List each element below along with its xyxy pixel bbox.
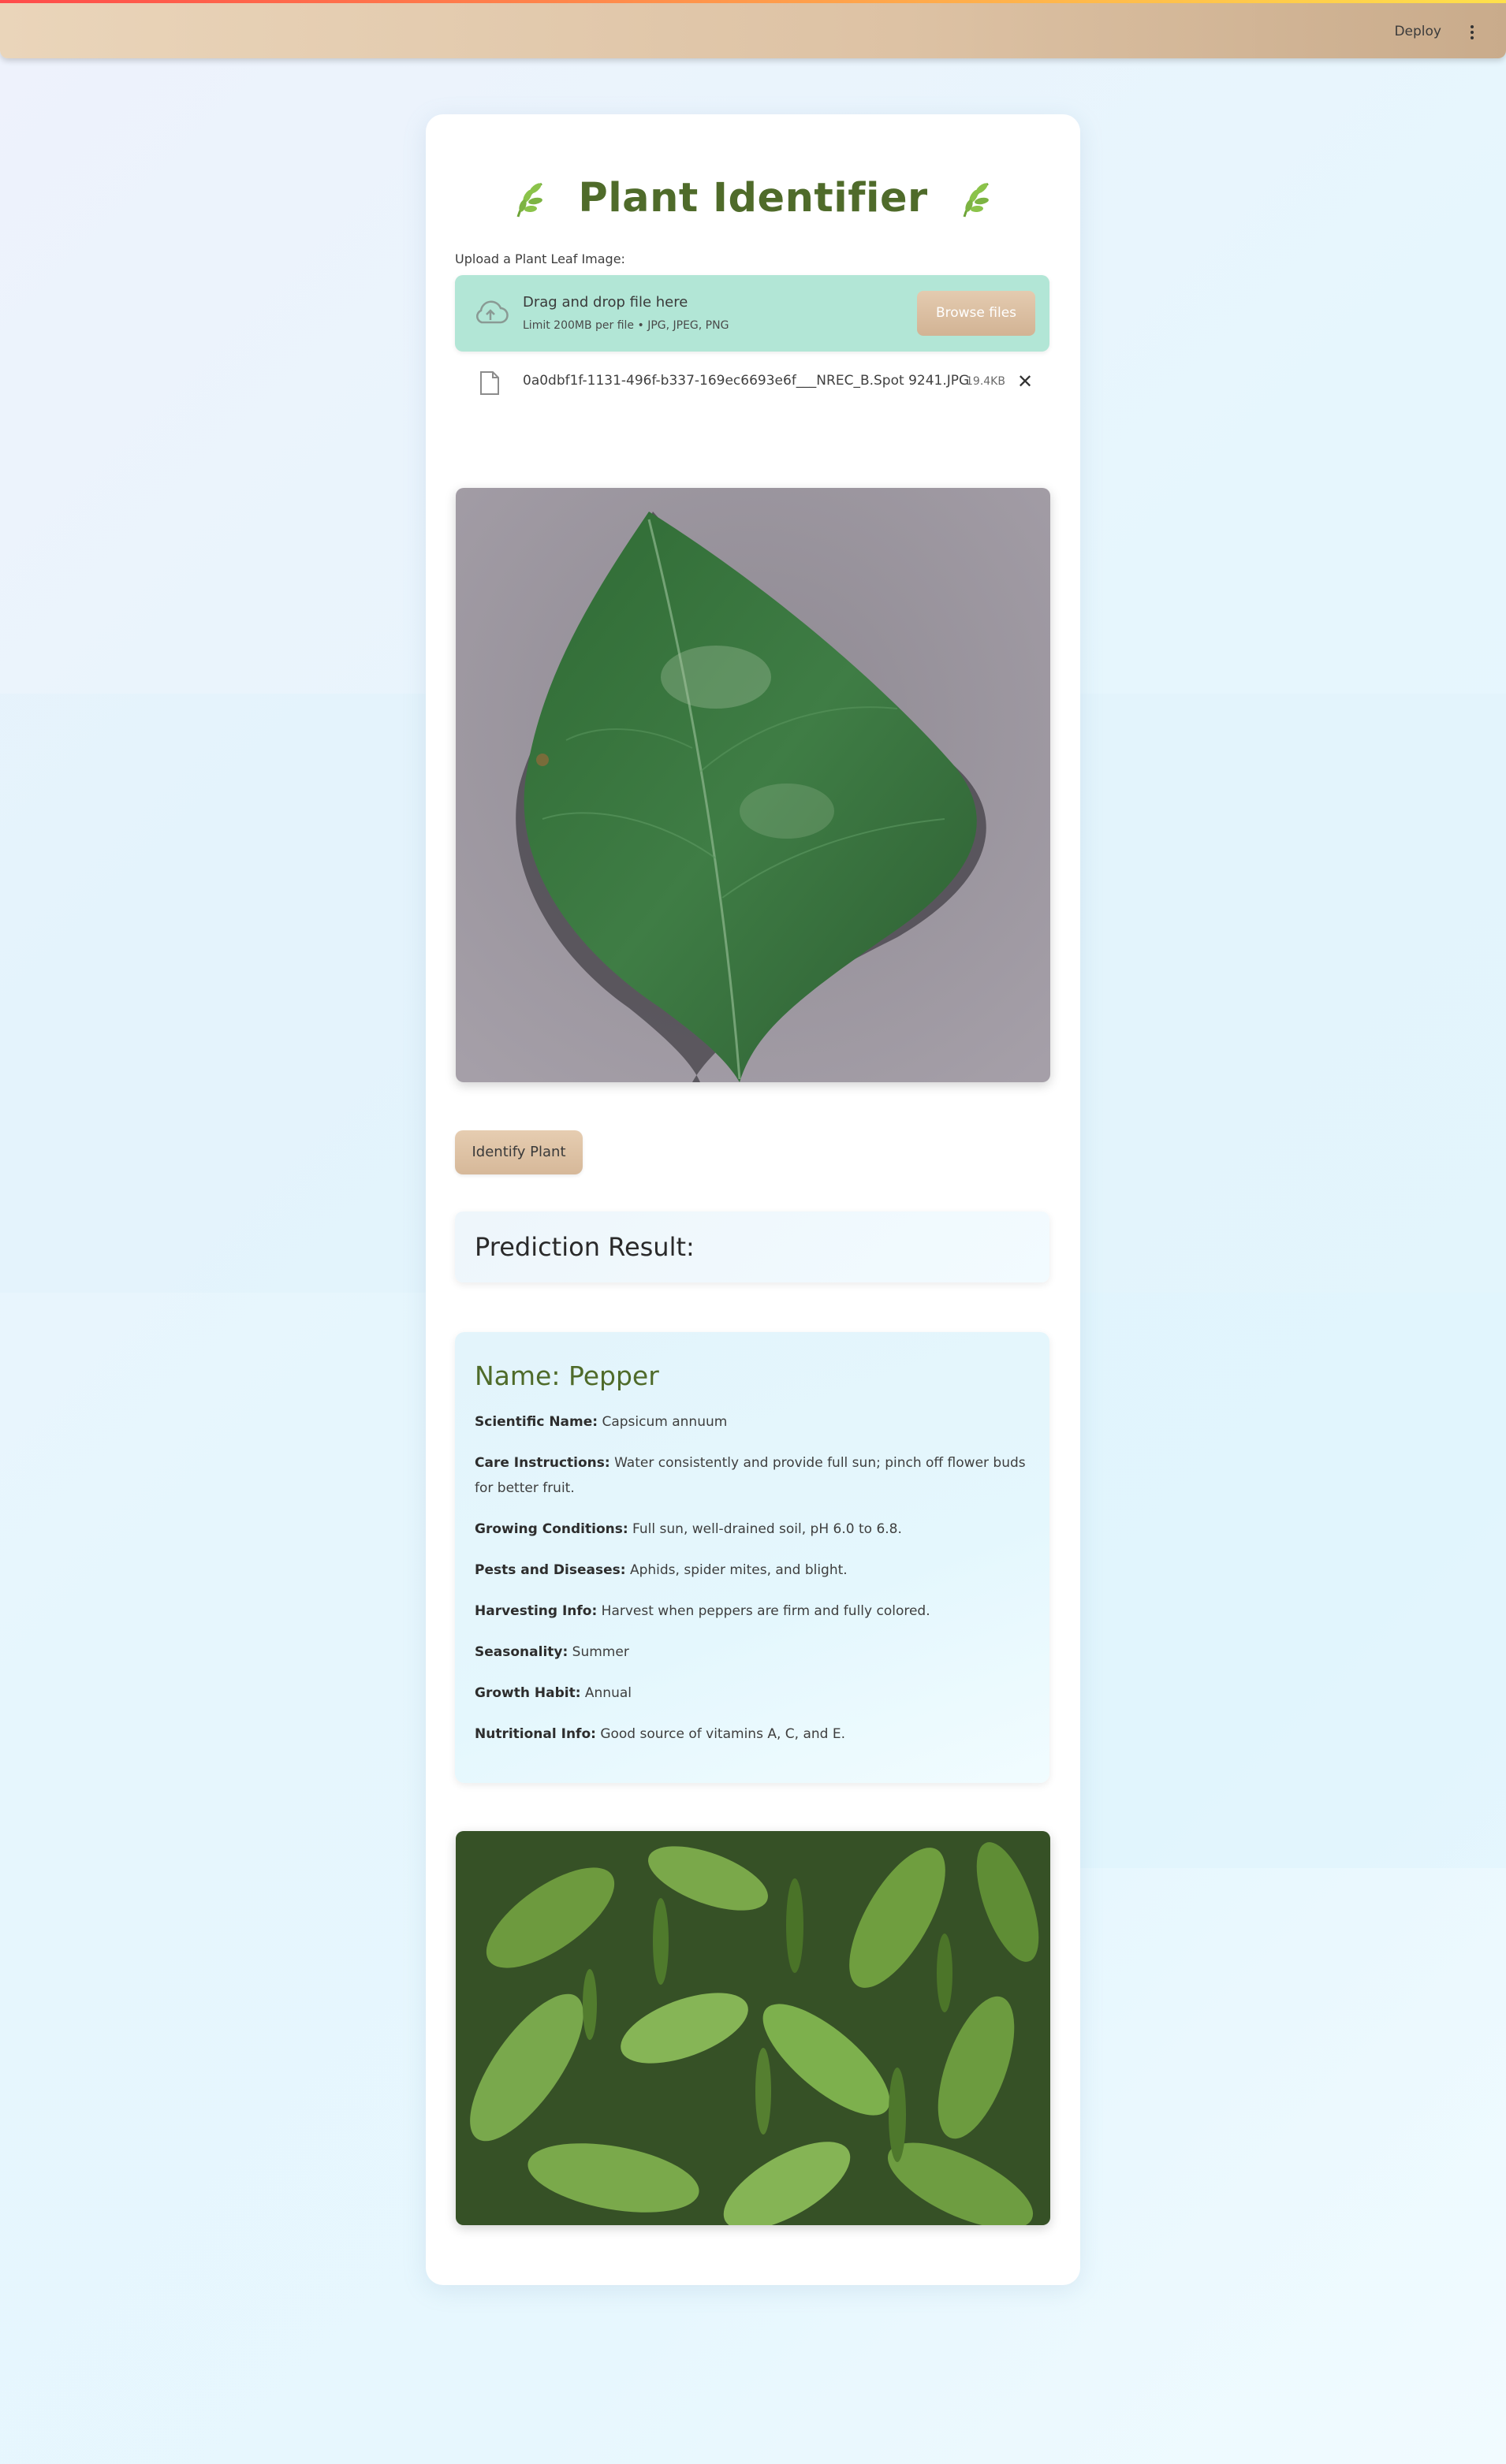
herb-icon	[945, 177, 994, 218]
herb-icon	[512, 177, 561, 218]
plant-info-card: Name: Pepper Scientific Name: Capsicum a…	[455, 1332, 1049, 1783]
reference-plant-image	[456, 1831, 1050, 2225]
detail-pests: Pests and Diseases: Aphids, spider mites…	[475, 1562, 848, 1578]
background-band	[1080, 1293, 1506, 1868]
deploy-button[interactable]: Deploy	[1394, 24, 1441, 39]
uploaded-file-row: 0a0dbf1f-1131-496f-b337-169ec6693e6f___N…	[473, 367, 1049, 399]
kebab-menu-icon[interactable]	[1468, 24, 1476, 41]
background-band	[1080, 694, 1506, 1293]
detail-nutrition: Nutritional Info: Good source of vitamin…	[475, 1726, 845, 1742]
dropzone-limit: Limit 200MB per file • JPG, JPEG, PNG	[523, 319, 729, 332]
file-icon	[480, 371, 499, 395]
upload-label: Upload a Plant Leaf Image:	[455, 251, 625, 266]
detail-scientific-name: Scientific Name: Capsicum annuum	[475, 1414, 728, 1430]
file-dropzone[interactable]: Drag and drop file here Limit 200MB per …	[455, 275, 1049, 352]
remove-file-icon[interactable]: ✕	[1017, 370, 1033, 393]
uploaded-file-name: 0a0dbf1f-1131-496f-b337-169ec6693e6f___N…	[523, 373, 970, 389]
detail-growing: Growing Conditions: Full sun, well-drain…	[475, 1521, 902, 1537]
detail-season: Seasonality: Summer	[475, 1644, 629, 1660]
page-title: Plant Identifier	[0, 175, 1506, 221]
app-title-text: Plant Identifier	[578, 175, 928, 221]
prediction-header: Prediction Result:	[455, 1212, 1049, 1282]
prediction-title: Prediction Result:	[475, 1232, 695, 1262]
browse-files-button[interactable]: Browse files	[917, 291, 1035, 336]
dropzone-title: Drag and drop file here	[523, 294, 688, 311]
app-header: Deploy	[0, 0, 1506, 58]
plant-details: Scientific Name: Capsicum annuum Care In…	[475, 1409, 1027, 1762]
header-decoration	[0, 0, 1506, 3]
plant-name: Name: Pepper	[475, 1360, 659, 1391]
uploaded-file-size: 19.4KB	[966, 375, 1005, 388]
background-band	[0, 694, 426, 1293]
detail-care: Care Instructions: Water consistently an…	[475, 1455, 1026, 1496]
cloud-upload-icon	[476, 300, 509, 324]
uploaded-leaf-image	[456, 488, 1050, 1082]
detail-harvest: Harvesting Info: Harvest when peppers ar…	[475, 1603, 930, 1619]
identify-plant-button[interactable]: Identify Plant	[455, 1130, 583, 1174]
detail-growth-habit: Growth Habit: Annual	[475, 1685, 632, 1701]
